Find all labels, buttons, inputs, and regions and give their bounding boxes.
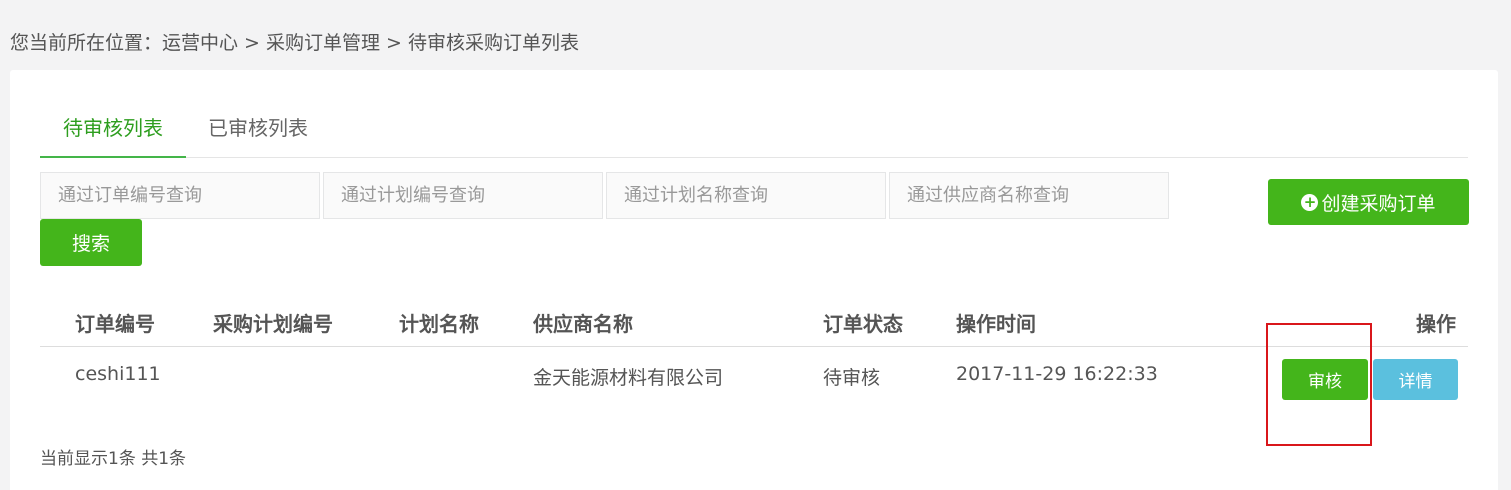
review-button[interactable]: 审核 bbox=[1282, 359, 1368, 400]
tab-pending-review[interactable]: 待审核列表 bbox=[40, 112, 186, 158]
create-purchase-order-button[interactable]: + 创建采购订单 bbox=[1268, 179, 1469, 225]
cell-time: 2017-11-29 16:22:33 bbox=[956, 363, 1158, 385]
main-panel: 待审核列表 已审核列表 搜索 + 创建采购订单 订单编号 采购计划编号 计划名称… bbox=[10, 70, 1498, 490]
header-divider bbox=[40, 346, 1468, 347]
cell-order-no: ceshi111 bbox=[75, 363, 161, 385]
tab-reviewed[interactable]: 已审核列表 bbox=[208, 112, 308, 158]
header-actions: 操作 bbox=[1416, 312, 1456, 336]
tab-bar: 待审核列表 已审核列表 bbox=[40, 112, 1468, 158]
cell-status: 待审核 bbox=[823, 367, 881, 389]
header-plan-no: 采购计划编号 bbox=[213, 312, 333, 336]
breadcrumb: 您当前所在位置：运营中心 > 采购订单管理 > 待审核采购订单列表 bbox=[10, 32, 579, 54]
pagination-count: 当前显示1条 共1条 bbox=[40, 449, 187, 469]
plan-name-search-input[interactable] bbox=[606, 172, 886, 219]
search-button[interactable]: 搜索 bbox=[40, 219, 142, 266]
header-status: 订单状态 bbox=[823, 312, 903, 336]
supplier-search-input[interactable] bbox=[889, 172, 1169, 219]
cell-supplier: 金天能源材料有限公司 bbox=[533, 367, 724, 389]
plus-circle-icon: + bbox=[1301, 193, 1319, 211]
plan-no-search-input[interactable] bbox=[323, 172, 603, 219]
header-order-no: 订单编号 bbox=[75, 312, 155, 336]
order-no-search-input[interactable] bbox=[40, 172, 320, 219]
header-supplier: 供应商名称 bbox=[533, 312, 633, 336]
header-plan-name: 计划名称 bbox=[399, 312, 479, 336]
detail-button[interactable]: 详情 bbox=[1373, 359, 1458, 400]
create-button-label: 创建采购订单 bbox=[1321, 192, 1436, 215]
header-time: 操作时间 bbox=[956, 312, 1036, 336]
